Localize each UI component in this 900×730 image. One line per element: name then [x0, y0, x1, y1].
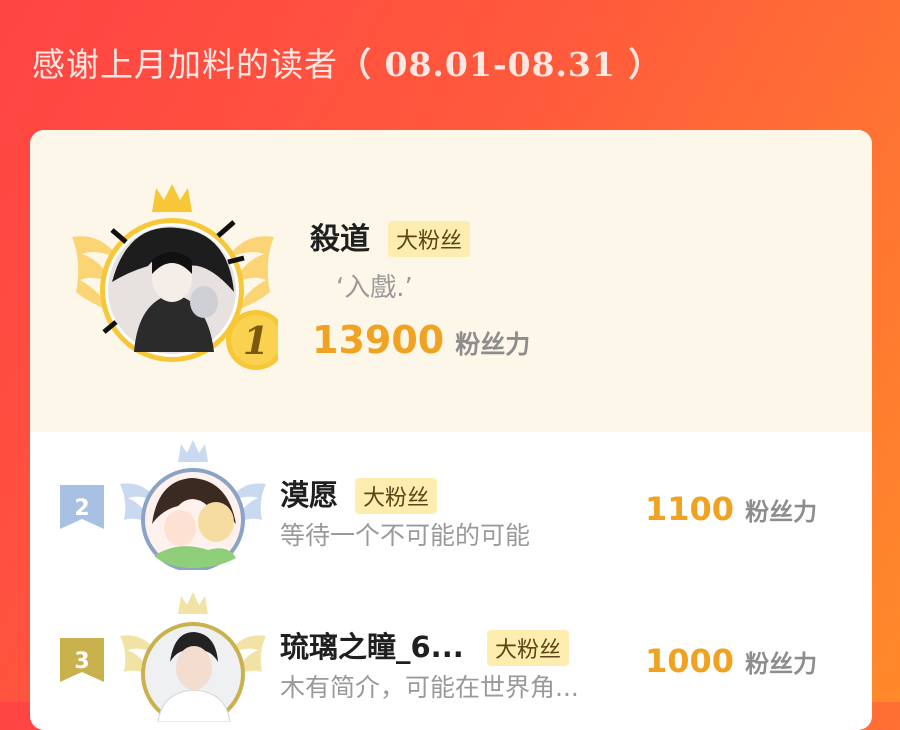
top-fan-score: 13900 粉丝力 — [312, 318, 530, 362]
fan-bio: 等待一个不可能的可能 — [280, 521, 531, 550]
list-item[interactable]: 2 漠愿 大粉丝 等待一个不可能的可能 1100 粉丝力 — [30, 432, 872, 592]
rank-number: 3 — [74, 649, 89, 674]
fan-score-unit: 粉丝力 — [745, 498, 818, 526]
fan-score-value: 1000 — [645, 642, 735, 680]
rank-flag-bronze-icon: 3 — [60, 638, 104, 682]
fan-score: 1000 粉丝力 — [645, 642, 817, 680]
fan-name[interactable]: 漠愿 — [280, 472, 338, 514]
title-main: 感谢上月加料的读者 — [32, 45, 338, 84]
top-fan-score-value: 13900 — [312, 318, 445, 362]
fan-avatar[interactable] — [118, 440, 268, 570]
rank-medal-number: 1 — [243, 318, 269, 363]
top-fan-badge: 大粉丝 — [388, 221, 471, 257]
crown-icon — [152, 184, 192, 212]
rank-flag-silver-icon: 2 — [60, 485, 104, 529]
top-fan-avatar[interactable]: 1 — [68, 182, 278, 372]
fan-ranking-card: 1 殺道 大粉丝 ‘入戲.’ 13900 粉丝力 2 漠愿 大粉丝 等待一个不可… — [30, 130, 872, 730]
fan-score-value: 1100 — [645, 490, 735, 528]
top-fan-score-unit: 粉丝力 — [455, 330, 531, 359]
rank-number: 2 — [74, 496, 89, 521]
crown-icon — [178, 440, 208, 462]
page-title: 感谢上月加料的读者（ 08.01-08.31 ） — [32, 38, 662, 86]
top-fan-name[interactable]: 殺道 — [310, 214, 370, 258]
fan-name[interactable]: 琉璃之瞳_6... — [280, 624, 464, 666]
fan-score-unit: 粉丝力 — [745, 650, 818, 678]
fan-badge: 大粉丝 — [355, 478, 438, 514]
crown-icon — [178, 592, 208, 614]
fan-bio: 木有简介，可能在世界角... — [280, 673, 579, 702]
top-fan-entry[interactable]: 1 殺道 大粉丝 ‘入戲.’ 13900 粉丝力 — [30, 130, 872, 432]
fan-score: 1100 粉丝力 — [645, 490, 817, 528]
title-date-range: （ 08.01-08.31 ） — [338, 45, 663, 84]
list-item[interactable]: 3 琉璃之瞳_6... 大粉丝 木有简介，可能在世界角... 1000 粉丝力 — [30, 592, 872, 730]
fan-badge: 大粉丝 — [487, 630, 570, 666]
top-fan-bio: ‘入戲.’ — [336, 273, 413, 303]
fan-avatar[interactable] — [118, 592, 268, 722]
